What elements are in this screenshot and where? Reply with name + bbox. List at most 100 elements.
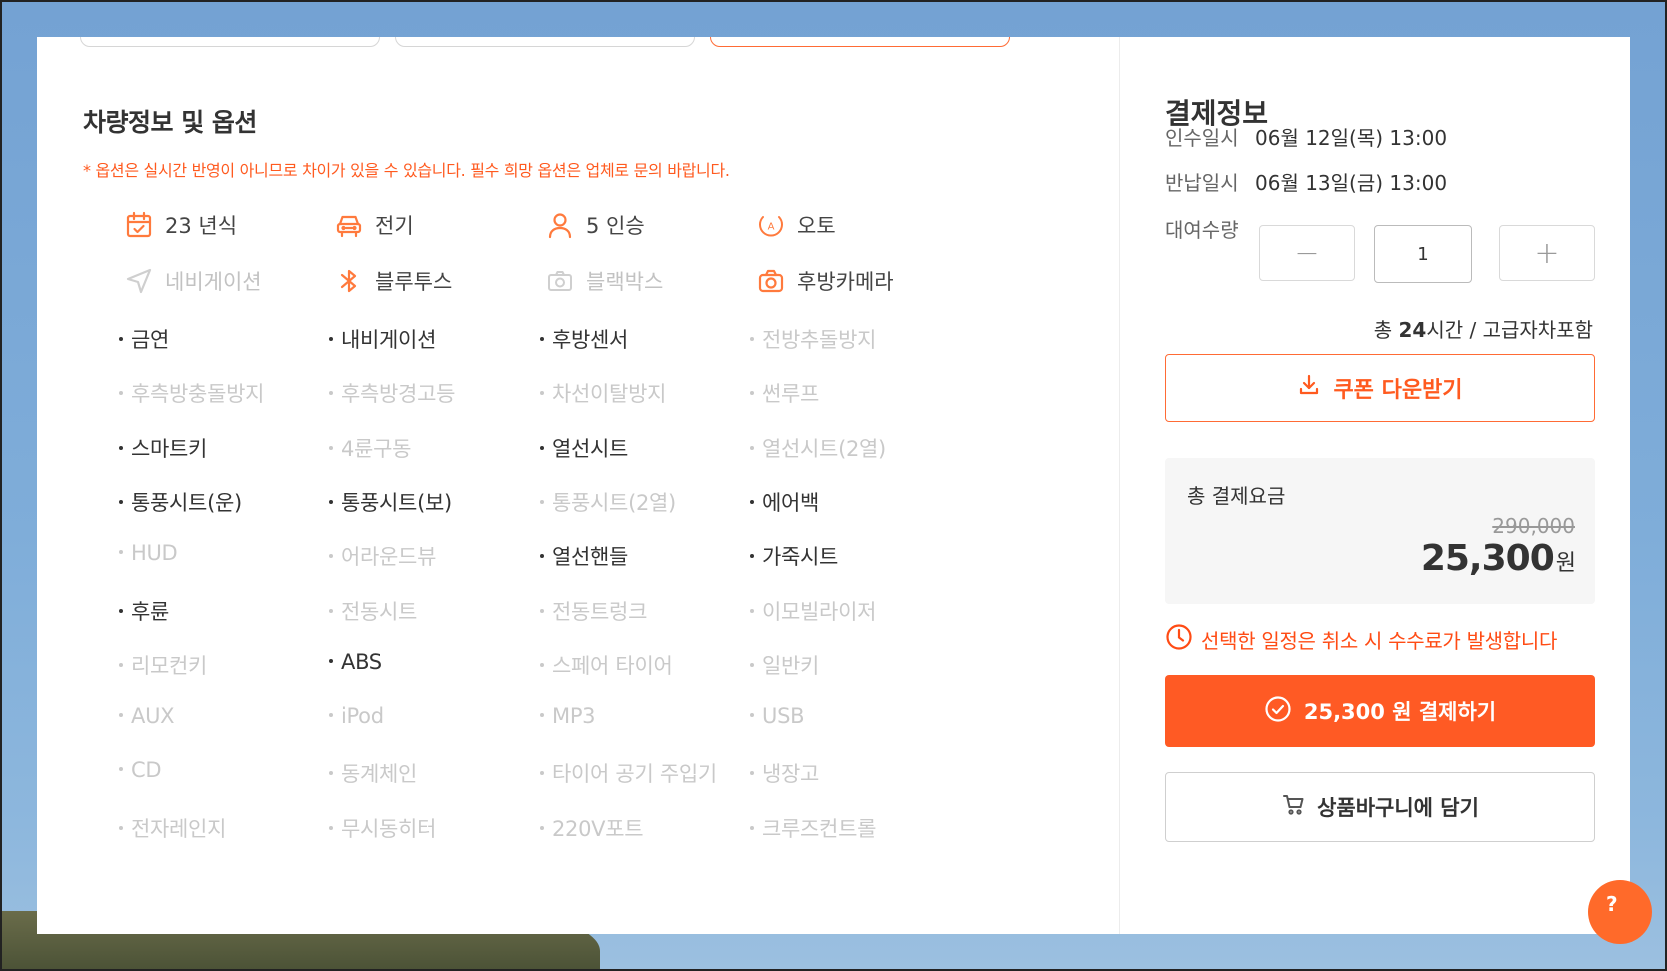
bullet-icon: [750, 825, 754, 830]
rear-camera-icon: [755, 265, 787, 297]
quantity-label: 대여수량: [1165, 218, 1239, 242]
spec-label: 오토: [797, 214, 836, 238]
car-front-icon: [333, 209, 365, 241]
bullet-icon: [750, 445, 754, 450]
spec-label: 5 인승: [586, 214, 645, 238]
total-hours-summary: 총 24시간 / 고급자차포함: [1374, 314, 1593, 343]
column-divider: [1119, 37, 1120, 934]
option-card[interactable]: [80, 37, 380, 47]
option-item: ABS: [329, 650, 382, 674]
option-label: 차선이탈방지: [552, 382, 667, 407]
bullet-icon: [540, 554, 544, 559]
option-item: 후측방경고등: [329, 378, 455, 408]
bullet-icon: [750, 499, 754, 504]
option-item: 통풍시트(보): [329, 487, 452, 517]
option-item: 통풍시트(운): [119, 487, 242, 517]
option-item: MP3: [540, 704, 596, 729]
bullet-icon: [329, 713, 333, 718]
bullet-icon: [119, 391, 123, 396]
bullet-icon: [119, 825, 123, 830]
total-suffix: 시간 / 고급자차포함: [1426, 318, 1593, 342]
option-label: 열선시트: [552, 436, 629, 461]
bullet-icon: [540, 825, 544, 830]
bullet-icon: [540, 445, 544, 450]
option-label: 후륜: [131, 599, 170, 624]
option-item: 전자레인지: [119, 813, 226, 843]
add-to-cart-button[interactable]: 상품바구니에 담기: [1165, 772, 1595, 842]
original-price: 290,000: [1492, 514, 1575, 538]
bullet-icon: [750, 391, 754, 396]
option-label: 어라운드뷰: [341, 545, 437, 570]
option-label: AUX: [131, 704, 175, 729]
spec-label: 후방카메라: [797, 270, 894, 294]
spec-item: A 오토: [755, 209, 836, 241]
option-label: 후방센서: [552, 328, 629, 352]
option-label: 내비게이션: [341, 328, 437, 352]
spec-label: 23 년식: [165, 214, 238, 238]
bullet-icon: [329, 391, 333, 396]
bullet-icon: [540, 391, 544, 396]
option-label: 스페어 타이어: [552, 653, 673, 678]
spec-item: 블랙박스: [544, 265, 663, 297]
download-icon: [1297, 373, 1321, 403]
option-item: 금연: [119, 324, 169, 354]
spec-item: 23 년식: [123, 209, 237, 241]
option-item: 타이어 공기 주입기: [540, 758, 717, 788]
quantity-increment-button[interactable]: +: [1499, 225, 1595, 281]
return-label: 반납일시: [1165, 171, 1239, 195]
quantity-decrement-button[interactable]: −: [1259, 225, 1355, 281]
final-price-value: 25,300: [1420, 538, 1555, 579]
check-circle-icon: [1264, 695, 1292, 728]
coupon-download-button[interactable]: 쿠폰 다운받기: [1165, 354, 1595, 422]
bullet-icon: [750, 771, 754, 776]
bullet-icon: [119, 550, 123, 555]
option-card[interactable]: [395, 37, 695, 47]
spec-item: 블루투스: [333, 265, 452, 297]
spec-item: 전기: [333, 209, 414, 241]
option-label: 이모빌라이저: [762, 599, 877, 624]
option-label: 스마트키: [131, 436, 208, 461]
bullet-icon: [329, 445, 333, 450]
help-button[interactable]: ?: [1588, 880, 1652, 944]
option-label: iPod: [341, 704, 384, 729]
cart-icon: [1281, 792, 1307, 823]
total-price-box: 총 결제요금 290,000 25,300원: [1165, 458, 1595, 604]
option-item: 220V포트: [540, 813, 644, 843]
option-item: 리모컨키: [119, 650, 207, 680]
option-card-selected[interactable]: [710, 37, 1010, 47]
bullet-icon: [540, 662, 544, 667]
pay-button[interactable]: 25,300 원 결제하기: [1165, 675, 1595, 747]
cancel-fee-notice: 선택한 일정은 취소 시 수수료가 발생합니다: [1165, 623, 1557, 656]
bullet-icon: [329, 771, 333, 776]
option-label: 일반키: [762, 653, 820, 678]
spec-label: 블랙박스: [586, 270, 664, 294]
option-label: 통풍시트(보): [341, 490, 452, 515]
option-item: iPod: [329, 704, 384, 728]
option-item: 내비게이션: [329, 324, 436, 354]
quantity-input[interactable]: 1: [1374, 225, 1472, 283]
option-label: 냉장고: [762, 762, 820, 787]
option-label: 후측방경고등: [341, 382, 456, 407]
person-icon: [544, 209, 576, 241]
cancel-notice-text: 선택한 일정은 취소 시 수수료가 발생합니다: [1201, 629, 1558, 653]
bluetooth-icon: [333, 265, 365, 297]
clock-icon: [1165, 623, 1193, 656]
total-price-label: 총 결제요금: [1187, 484, 1286, 508]
navigation-icon: [123, 265, 155, 297]
option-label: 금연: [131, 328, 170, 352]
option-label: 전동시트: [341, 599, 418, 624]
bullet-icon: [540, 499, 544, 504]
option-label: 전자레인지: [131, 816, 227, 841]
option-item: 에어백: [750, 487, 819, 517]
spec-item: 후방카메라: [755, 265, 894, 297]
option-label: 크루즈컨트롤: [762, 816, 877, 841]
bullet-icon: [540, 608, 544, 613]
option-label: CD: [131, 758, 162, 783]
rental-detail-panel: 차량정보 및 옵션 * 옵션은 실시간 반영이 아니므로 차이가 있을 수 있습…: [37, 37, 1630, 934]
option-label: 열선시트(2열): [762, 436, 886, 461]
bullet-icon: [750, 608, 754, 613]
option-item: 통풍시트(2열): [540, 487, 676, 517]
bullet-icon: [750, 662, 754, 667]
option-label: MP3: [552, 704, 596, 729]
bullet-icon: [750, 337, 754, 341]
